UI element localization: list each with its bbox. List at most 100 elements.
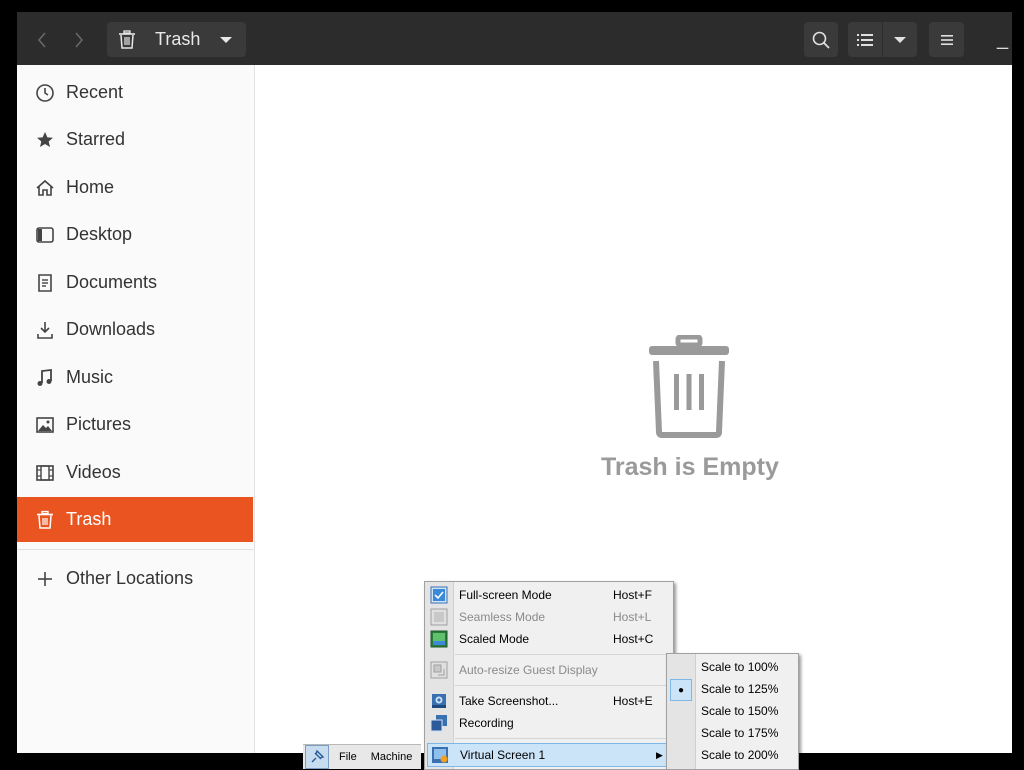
document-icon bbox=[35, 273, 55, 293]
list-view-icon bbox=[857, 33, 873, 46]
search-button[interactable] bbox=[804, 22, 838, 57]
camera-icon bbox=[432, 694, 446, 708]
menu-item-label: Full-screen Mode bbox=[459, 588, 552, 602]
menu-item-seamless[interactable]: Seamless Mode Host+L bbox=[425, 606, 673, 628]
menu-item-fullscreen[interactable]: Full-screen Mode Host+F bbox=[425, 584, 673, 606]
view-options-button[interactable] bbox=[883, 22, 917, 57]
chevron-down-icon bbox=[220, 36, 233, 43]
menu-item-scaled[interactable]: Scaled Mode Host+C bbox=[425, 628, 673, 650]
sidebar-item-label: Music bbox=[66, 367, 114, 387]
vm-menu-bar: File Machine bbox=[303, 744, 421, 769]
sidebar-item-label: Starred bbox=[66, 129, 126, 149]
star-icon bbox=[35, 130, 55, 150]
sidebar-separator bbox=[17, 549, 253, 550]
sidebar-item-desktop[interactable]: Desktop bbox=[17, 212, 253, 257]
seamless-icon bbox=[430, 608, 448, 626]
menu-separator bbox=[455, 738, 669, 739]
sidebar-item-label: Desktop bbox=[66, 224, 133, 244]
location-label: Trash bbox=[155, 29, 201, 49]
submenu-item-scale-125[interactable]: ● Scale to 125% bbox=[667, 678, 798, 701]
trash-icon bbox=[35, 510, 55, 530]
sidebar-item-label: Downloads bbox=[66, 319, 156, 339]
empty-state-message: Trash is Empty bbox=[601, 453, 779, 481]
sidebar-item-label: Videos bbox=[66, 462, 121, 482]
monitor-icon bbox=[432, 747, 448, 763]
menu-item-label: Scale to 200% bbox=[701, 748, 779, 762]
chevron-right-icon bbox=[75, 32, 83, 48]
sidebar-item-recent[interactable]: Recent bbox=[17, 70, 253, 115]
submenu-item-scale-175[interactable]: Scale to 175% bbox=[667, 722, 798, 744]
sidebar-item-pictures[interactable]: Pictures bbox=[17, 402, 253, 447]
sidebar-item-label: Pictures bbox=[66, 414, 132, 434]
menu-item-shortcut: Host+E bbox=[613, 694, 653, 708]
menu-item-label: Take Screenshot... bbox=[459, 694, 559, 708]
view-menu: Full-screen Mode Host+F Seamless Mode Ho… bbox=[424, 581, 674, 770]
menu-separator bbox=[455, 654, 669, 655]
minimize-button[interactable]: _ bbox=[997, 28, 1008, 51]
menu-item-screenshot[interactable]: Take Screenshot... Host+E bbox=[425, 690, 673, 712]
submenu-item-scale-100[interactable]: Scale to 100% bbox=[667, 656, 798, 678]
search-icon bbox=[812, 31, 830, 49]
menu-item-label: Scale to 100% bbox=[701, 660, 779, 674]
scaled-mode-icon bbox=[430, 630, 448, 648]
menu-item-label: Recording bbox=[459, 716, 514, 730]
scale-submenu: Scale to 100% ● Scale to 125% Scale to 1… bbox=[666, 653, 799, 770]
menu-separator bbox=[455, 685, 669, 686]
trash-icon bbox=[649, 335, 729, 438]
sidebar: Recent Starred Home Desktop Documents Do… bbox=[17, 65, 255, 753]
location-button[interactable]: Trash bbox=[107, 22, 246, 57]
back-button[interactable] bbox=[27, 24, 57, 56]
plus-icon bbox=[35, 569, 55, 589]
clock-icon bbox=[35, 83, 55, 103]
chevron-down-icon bbox=[894, 36, 906, 43]
sidebar-item-label: Recent bbox=[66, 82, 124, 102]
download-icon bbox=[35, 320, 55, 340]
home-icon bbox=[35, 178, 55, 198]
sidebar-item-trash[interactable]: Trash bbox=[17, 497, 253, 542]
menu-item-recording[interactable]: Recording bbox=[425, 712, 673, 734]
music-icon bbox=[35, 368, 55, 388]
view-toggle-button[interactable] bbox=[848, 22, 882, 57]
sidebar-item-downloads[interactable]: Downloads bbox=[17, 307, 253, 352]
submenu-item-scale-150[interactable]: Scale to 150% bbox=[667, 700, 798, 722]
menu-item-shortcut: Host+C bbox=[613, 632, 654, 646]
sidebar-item-music[interactable]: Music bbox=[17, 355, 253, 400]
main-menu-button[interactable] bbox=[929, 22, 964, 57]
forward-button[interactable] bbox=[64, 24, 94, 56]
trash-icon bbox=[119, 29, 135, 49]
sidebar-item-videos[interactable]: Videos bbox=[17, 450, 253, 495]
menu-item-label: Scale to 175% bbox=[701, 726, 779, 740]
menu-item-label: Scale to 125% bbox=[701, 682, 779, 696]
hamburger-menu-icon bbox=[940, 34, 953, 45]
sidebar-item-label: Home bbox=[66, 177, 115, 197]
radio-selected-icon: ● bbox=[670, 679, 692, 701]
submenu-arrow-icon: ▶ bbox=[656, 749, 663, 760]
sidebar-item-starred[interactable]: Starred bbox=[17, 117, 253, 162]
auto-resize-icon bbox=[430, 661, 448, 679]
menu-item-label: Virtual Screen 1 bbox=[460, 748, 546, 762]
submenu-item-scale-200[interactable]: Scale to 200% bbox=[667, 744, 798, 766]
sidebar-item-label: Documents bbox=[66, 272, 158, 292]
video-icon bbox=[35, 463, 55, 483]
menu-item-shortcut: Host+L bbox=[613, 610, 652, 624]
picture-icon bbox=[35, 415, 55, 435]
menu-item-label: Seamless Mode bbox=[459, 610, 546, 624]
menu-file[interactable]: File bbox=[339, 751, 357, 763]
fullscreen-icon bbox=[430, 586, 448, 604]
sidebar-item-label: Trash bbox=[66, 509, 112, 529]
menu-machine[interactable]: Machine bbox=[371, 751, 413, 763]
sidebar-item-label: Other Locations bbox=[66, 568, 194, 588]
recording-icon bbox=[430, 715, 447, 732]
menu-item-shortcut: Host+F bbox=[613, 588, 653, 602]
headerbar: Trash _ bbox=[17, 12, 1012, 65]
pin-icon[interactable] bbox=[305, 745, 329, 769]
menu-item-label: Scale to 150% bbox=[701, 704, 779, 718]
sidebar-item-other-locations[interactable]: Other Locations bbox=[17, 556, 253, 601]
chevron-left-icon bbox=[38, 32, 46, 48]
sidebar-item-documents[interactable]: Documents bbox=[17, 260, 253, 305]
menu-item-label: Auto-resize Guest Display bbox=[459, 663, 598, 677]
menu-item-virtual-screen[interactable]: Virtual Screen 1 ▶ bbox=[427, 743, 669, 767]
menu-item-auto-resize[interactable]: Auto-resize Guest Display bbox=[425, 659, 673, 681]
menu-item-label: Scaled Mode bbox=[459, 632, 530, 646]
sidebar-item-home[interactable]: Home bbox=[17, 165, 253, 210]
